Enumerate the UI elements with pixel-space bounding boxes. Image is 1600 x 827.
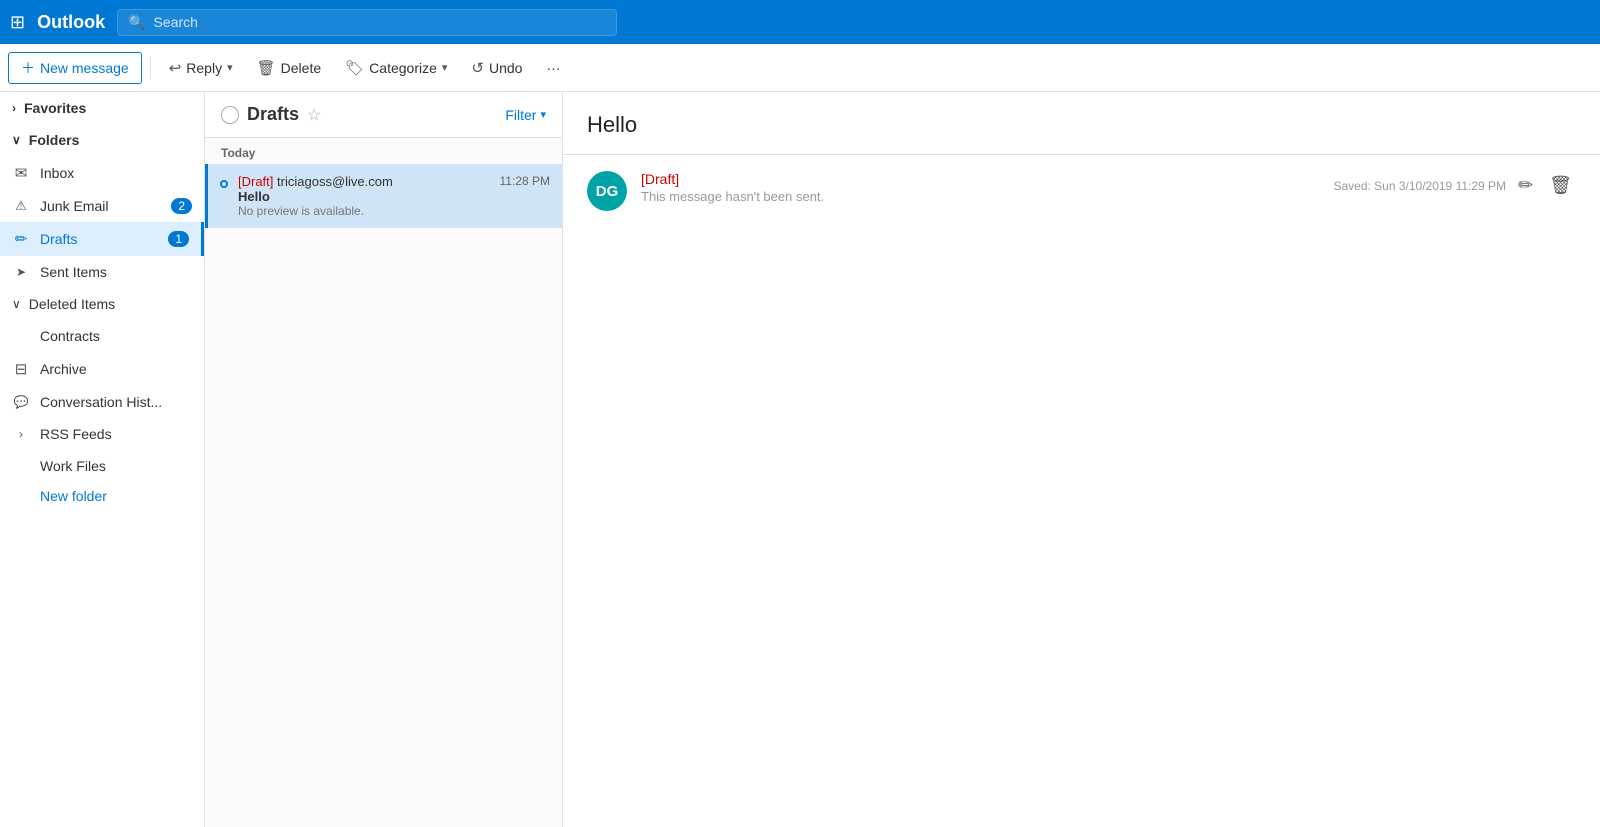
categorize-dropdown-icon: ▾ [442,61,448,74]
email-sender: [Draft] triciagoss@live.com [238,174,490,189]
rss-chevron-icon: › [12,427,30,441]
reading-pane: Hello DG [Draft] This message hasn't bee… [563,92,1600,827]
sidebar-item-sent[interactable]: ➤ Sent Items [0,256,204,288]
message-draft-label: [Draft] [641,171,1319,187]
filter-button[interactable]: Filter ▾ [505,107,546,123]
reply-label: Reply [186,60,222,76]
search-box: 🔍 [117,9,617,36]
message-card: DG [Draft] This message hasn't been sent… [563,155,1600,227]
search-input[interactable] [154,14,607,30]
sidebar-item-rss[interactable]: › RSS Feeds [0,418,204,450]
convhist-icon: 💬 [12,395,30,409]
new-folder-link[interactable]: New folder [0,482,204,510]
sidebar-item-convhist[interactable]: 💬 Conversation Hist... [0,386,204,418]
message-actions: Saved: Sun 3/10/2019 11:29 PM ✏ 🗑 [1333,171,1576,200]
sidebar: › Favorites ∨ Folders ✉ Inbox ⚠ Junk Ema… [0,92,205,827]
chevron-down-icon2: ∨ [12,297,21,311]
folders-label: Folders [29,132,80,148]
date-group: Today [205,138,562,164]
undo-icon: ↺ [471,59,484,77]
inbox-icon: ✉ [12,164,30,182]
filter-chevron-icon: ▾ [540,108,546,121]
sidebar-item-archive[interactable]: ⊟ Archive [0,352,204,386]
email-list: Drafts ☆ Filter ▾ Today [Draft] triciago… [205,92,563,827]
select-all-check[interactable] [221,106,239,124]
email-item[interactable]: [Draft] triciagoss@live.com Hello No pre… [205,164,562,228]
sidebar-item-contracts[interactable]: Contracts [0,320,204,352]
message-saved: Saved: Sun 3/10/2019 11:29 PM [1333,179,1506,193]
convhist-label: Conversation Hist... [40,394,192,410]
undo-label: Undo [489,60,522,76]
drafts-badge: 1 [168,231,189,247]
drafts-label: Drafts [40,231,158,247]
categorize-label: Categorize [369,60,437,76]
favorites-label: Favorites [24,100,86,116]
app-title: Outlook [37,12,105,33]
delete-button[interactable]: 🗑 Delete [247,54,332,82]
delete-label: Delete [281,60,321,76]
draft-label-badge: [Draft] [238,174,273,189]
plus-icon: ＋ [21,58,35,78]
new-folder-label: New folder [40,488,107,504]
sidebar-item-drafts[interactable]: ✏ Drafts 1 [0,222,204,256]
sidebar-group-favorites[interactable]: › Favorites [0,92,204,124]
toolbar: ＋ New message ↩ Reply ▾ 🗑 Delete 🏷 Categ… [0,44,1600,92]
sidebar-item-inbox[interactable]: ✉ Inbox [0,156,204,190]
more-button[interactable]: ··· [536,55,570,81]
email-preview: No preview is available. [238,204,490,218]
junk-badge: 2 [171,198,192,214]
reply-icon: ↩ [169,59,182,77]
archive-icon: ⊟ [12,360,30,378]
edit-draft-button[interactable]: ✏ [1514,171,1537,200]
reading-pane-header: Hello [563,92,1600,155]
filter-label: Filter [505,107,536,123]
reply-button[interactable]: ↩ Reply ▾ [159,54,243,82]
email-content: [Draft] triciagoss@live.com Hello No pre… [238,174,490,218]
drafts-icon: ✏ [12,230,30,248]
new-message-label: New message [40,60,129,76]
deleted-label: Deleted Items [29,296,115,312]
chevron-right-icon: › [12,101,16,115]
sender-address: triciagoss@live.com [277,174,393,189]
categorize-icon: 🏷 [345,59,364,77]
delete-draft-button[interactable]: 🗑 [1545,171,1576,200]
folder-title: Drafts [247,104,299,125]
message-not-sent: This message hasn't been sent. [641,189,1319,204]
reply-dropdown-icon[interactable]: ▾ [227,61,233,74]
email-subject: Hello [238,189,490,204]
sidebar-item-junk[interactable]: ⚠ Junk Email 2 [0,190,204,222]
undo-button[interactable]: ↺ Undo [461,54,532,82]
grid-icon[interactable]: ⊞ [10,12,25,33]
email-time: 11:28 PM [500,174,550,188]
avatar: DG [587,171,627,211]
divider [150,56,151,80]
message-meta: [Draft] This message hasn't been sent. [641,171,1319,204]
more-label: ··· [546,60,560,76]
categorize-button[interactable]: 🏷 Categorize ▾ [335,54,457,82]
junk-label: Junk Email [40,198,161,214]
sidebar-item-workfiles[interactable]: Work Files [0,450,204,482]
junk-icon: ⚠ [12,198,30,214]
reading-title: Hello [587,112,1576,138]
sidebar-group-folders[interactable]: ∨ Folders [0,124,204,156]
new-message-button[interactable]: ＋ New message [8,52,142,84]
email-list-header: Drafts ☆ Filter ▾ [205,92,562,138]
sidebar-item-deleted[interactable]: ∨ Deleted Items [0,288,204,320]
unread-indicator [220,180,228,188]
main-layout: › Favorites ∨ Folders ✉ Inbox ⚠ Junk Ema… [0,92,1600,827]
chevron-down-icon: ∨ [12,133,21,147]
inbox-label: Inbox [40,165,192,181]
sent-icon: ➤ [12,265,30,279]
delete-icon: 🗑 [257,59,276,77]
search-icon: 🔍 [128,14,145,31]
workfiles-label: Work Files [40,458,192,474]
star-icon[interactable]: ☆ [307,105,321,125]
top-bar: ⊞ Outlook 🔍 [0,0,1600,44]
rss-label: RSS Feeds [40,426,192,442]
contracts-label: Contracts [40,328,192,344]
archive-label: Archive [40,361,192,377]
sent-label: Sent Items [40,264,192,280]
